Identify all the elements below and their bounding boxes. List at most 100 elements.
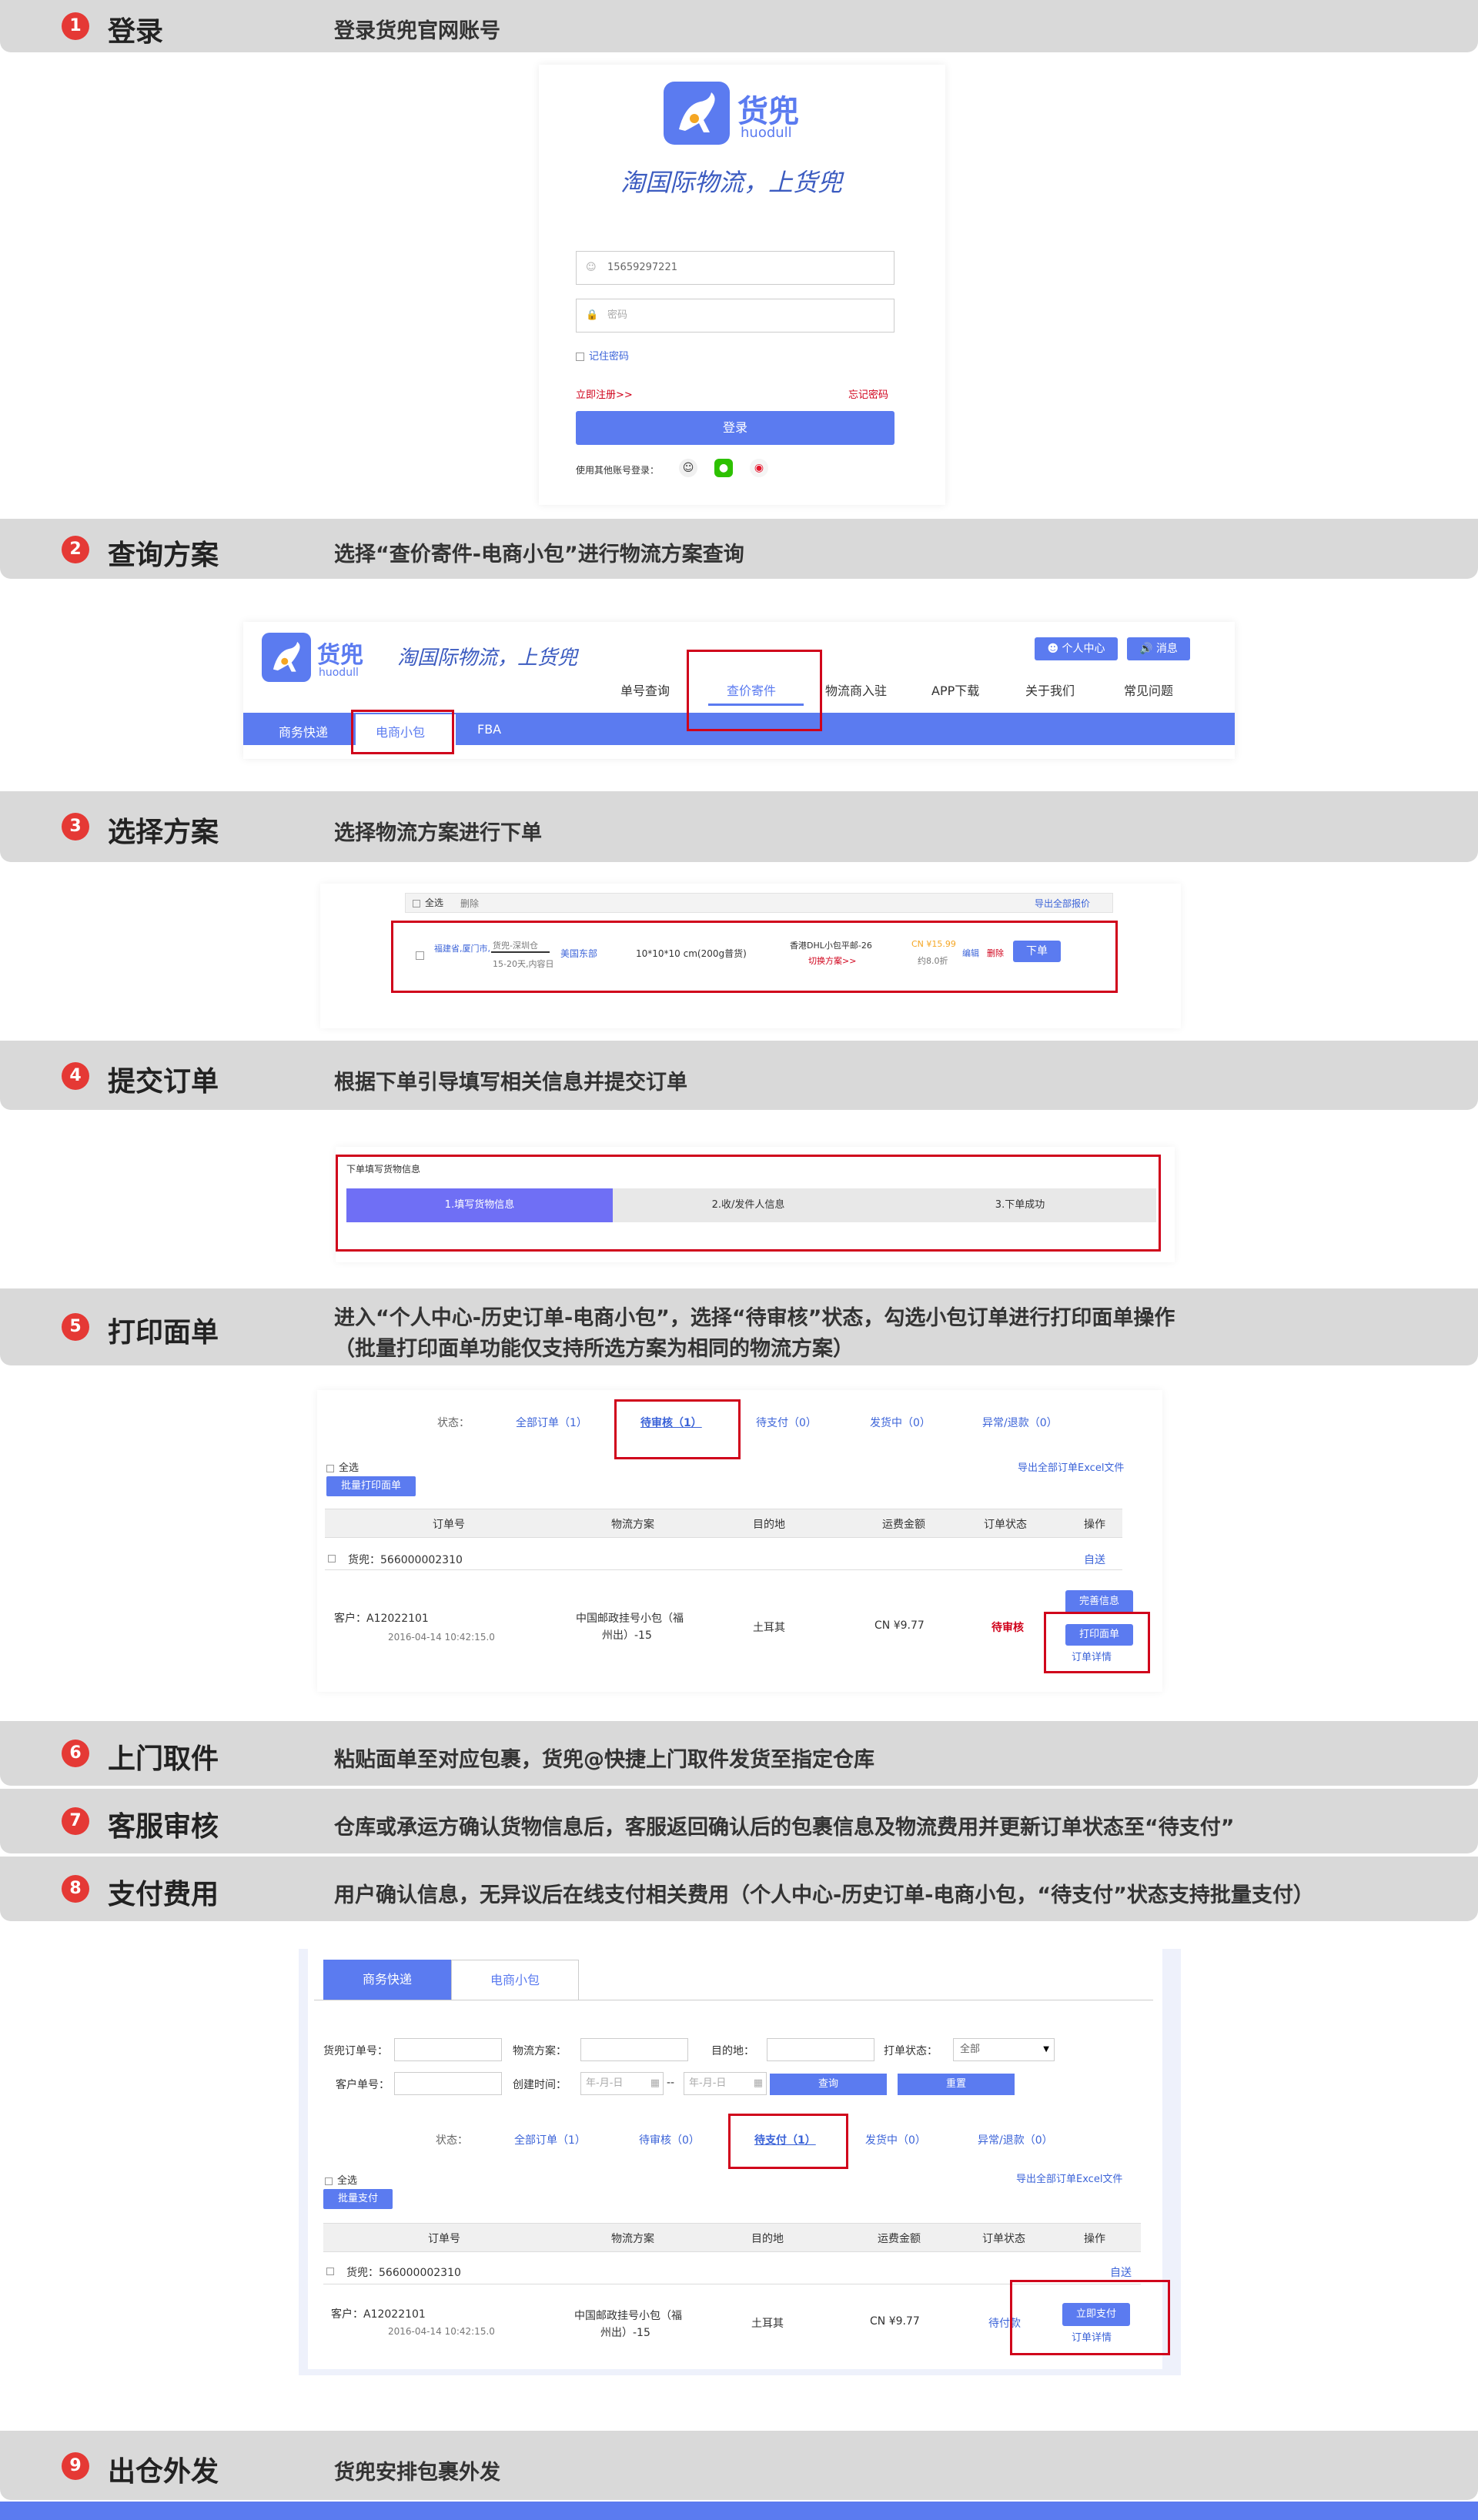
step-9-bar: 9 出仓外发 货兜安排包裹外发	[0, 2431, 1478, 2500]
phone-value: 15659297221	[607, 262, 677, 273]
select-all-label: 全选	[425, 897, 444, 908]
col-action: 操作	[1084, 1519, 1105, 1531]
col-action: 操作	[1084, 2233, 1105, 2245]
date-to-input[interactable]: 年-月-日 ▦	[684, 2072, 767, 2095]
step-number: 3	[62, 813, 89, 841]
batch-print-button[interactable]: 批量打印面单	[326, 1476, 416, 1496]
order-checkbox[interactable]	[326, 2268, 334, 2275]
step-number: 9	[62, 2452, 89, 2480]
date-placeholder: 年-月-日	[586, 2077, 624, 2089]
tab-exception[interactable]: 异常/退款（0）	[982, 1415, 1058, 1430]
user-center-button[interactable]: ☻ 个人中心	[1035, 637, 1118, 660]
register-link[interactable]: 立即注册>>	[576, 386, 633, 401]
messages-button[interactable]: 🔊 消息	[1127, 637, 1190, 660]
slogan: 淘国际物流，上货兜	[620, 168, 843, 197]
customer-number: 客户：A12022101	[331, 2308, 426, 2321]
person-icon: ☻	[1047, 643, 1062, 655]
complete-info-button[interactable]: 完善信息	[1065, 1590, 1133, 1613]
tab-pending-review[interactable]: 待审核（0）	[639, 2132, 700, 2147]
step-desc: 进入“个人中心-历史订单-电商小包”，选择“待审核”状态，勾选小包订单进行打印面…	[334, 1306, 1175, 1330]
step-desc: 仓库或承运方确认货物信息后，客服返回确认后的包裹信息及物流费用并更新订单状态至“…	[334, 1816, 1235, 1840]
step-number: 8	[62, 1875, 89, 1903]
user-icon: ☺	[586, 262, 597, 273]
password-placeholder: 密码	[607, 309, 628, 321]
step-title: 登录	[108, 16, 164, 48]
step-number: 6	[62, 1740, 89, 1767]
select-all-checkbox[interactable]: 全选	[325, 2172, 357, 2187]
wechat-icon[interactable]: ●	[714, 459, 733, 477]
tab-ecommerce[interactable]: 电商小包	[451, 1960, 579, 2000]
step-5-bar: 5 打印面单 进入“个人中心-历史订单-电商小包”，选择“待审核”状态，勾选小包…	[0, 1288, 1478, 1365]
amount: CN ¥9.77	[870, 2315, 920, 2328]
tab-pending-pay[interactable]: 待支付（0）	[756, 1415, 817, 1430]
step-desc: 用户确认信息，无异议后在线支付相关费用（个人中心-历史订单-电商小包，“待支付”…	[334, 1883, 1314, 1907]
nav-item-carrier[interactable]: 物流商入驻	[825, 680, 887, 699]
subnav-business-express[interactable]: 商务快递	[279, 722, 328, 740]
tab-business-express[interactable]: 商务快递	[323, 1960, 451, 2000]
plan-label: 物流方案：	[513, 2045, 567, 2057]
nav-item-tracking[interactable]: 单号查询	[620, 680, 670, 699]
customer-number: 客户：A12022101	[334, 1613, 429, 1625]
reset-button[interactable]: 重置	[898, 2074, 1015, 2095]
delete-link[interactable]: 删除	[460, 897, 479, 910]
export-excel-link[interactable]: 导出全部订单Excel文件	[1016, 2171, 1122, 2185]
remember-checkbox[interactable]: 记住密码	[576, 348, 629, 363]
lock-icon: 🔒	[586, 309, 599, 321]
order-status: 待审核	[991, 1622, 1024, 1634]
nav-item-faq[interactable]: 常见问题	[1124, 680, 1173, 699]
highlight-pending-pay-tab	[728, 2114, 848, 2169]
forgot-password-link[interactable]: 忘记密码	[848, 386, 888, 401]
col-order-no: 订单号	[428, 2233, 460, 2245]
subnav-fba[interactable]: FBA	[477, 722, 501, 737]
plan-input[interactable]	[580, 2038, 688, 2061]
export-excel-link[interactable]: 导出全部订单Excel文件	[1018, 1459, 1124, 1474]
select-all-checkbox[interactable]: 全选	[413, 896, 443, 909]
qq-icon[interactable]: ☺	[679, 459, 697, 477]
step-title: 提交订单	[108, 1066, 219, 1098]
self-send-link[interactable]: 自送	[1084, 1552, 1105, 1567]
col-status: 订单状态	[982, 2233, 1025, 2245]
tab-exception[interactable]: 异常/退款（0）	[978, 2132, 1053, 2147]
highlight-order-form	[336, 1155, 1161, 1252]
step-8-bar: 8 支付费用 用户确认信息，无异议后在线支付相关费用（个人中心-历史订单-电商小…	[0, 1857, 1478, 1921]
export-quotes-link[interactable]: 导出全部报价	[1035, 897, 1090, 910]
login-button[interactable]: 登录	[576, 411, 894, 445]
dropdown-arrow-icon: ▼	[1043, 2045, 1049, 2054]
step-desc: 登录货兜官网账号	[334, 19, 500, 43]
order-no-input[interactable]	[394, 2038, 502, 2061]
print-status-select[interactable]: 全部 ▼	[953, 2038, 1055, 2061]
dest-input[interactable]	[767, 2038, 874, 2061]
password-input[interactable]: 🔒 密码	[576, 299, 894, 333]
plan-toolbar	[405, 893, 1113, 913]
dest-label: 目的地：	[711, 2045, 754, 2057]
query-button[interactable]: 查询	[770, 2074, 887, 2095]
highlight-pricing	[687, 650, 822, 731]
order-number: 货兜：566000002310	[348, 1554, 463, 1566]
step-title: 上门取件	[108, 1743, 219, 1775]
order-no-label: 货兜订单号：	[323, 2045, 388, 2057]
tab-shipping[interactable]: 发货中（0）	[865, 2132, 926, 2147]
customer-no-input[interactable]	[394, 2072, 502, 2095]
select-all-checkbox[interactable]: 全选	[326, 1459, 359, 1474]
messages-label: 消息	[1155, 643, 1178, 655]
tab-label: 电商小包	[490, 1973, 540, 1987]
batch-pay-button[interactable]: 批量支付	[323, 2189, 393, 2209]
step-desc: 选择物流方案进行下单	[334, 821, 542, 845]
self-send-link[interactable]: 自送	[1110, 2264, 1132, 2280]
nav-item-about[interactable]: 关于我们	[1025, 680, 1075, 699]
highlight-pay-button	[1010, 2280, 1170, 2355]
col-amount: 运费金额	[878, 2233, 921, 2245]
tab-shipping[interactable]: 发货中（0）	[870, 1415, 931, 1430]
step-number: 5	[62, 1313, 89, 1341]
weibo-icon[interactable]: ◉	[750, 459, 768, 477]
date-from-input[interactable]: 年-月-日 ▦	[580, 2072, 664, 2095]
phone-input[interactable]: ☺ 15659297221	[576, 251, 894, 285]
speaker-icon: 🔊	[1139, 643, 1156, 655]
step-number: 2	[62, 536, 89, 563]
order-checkbox[interactable]	[328, 1555, 336, 1562]
kangaroo-logo-icon	[664, 82, 730, 145]
tab-all[interactable]: 全部订单（1）	[516, 1415, 587, 1430]
nav-item-app[interactable]: APP下载	[931, 680, 979, 699]
tab-all[interactable]: 全部订单（1）	[514, 2132, 586, 2147]
kangaroo-logo-icon	[262, 633, 311, 682]
